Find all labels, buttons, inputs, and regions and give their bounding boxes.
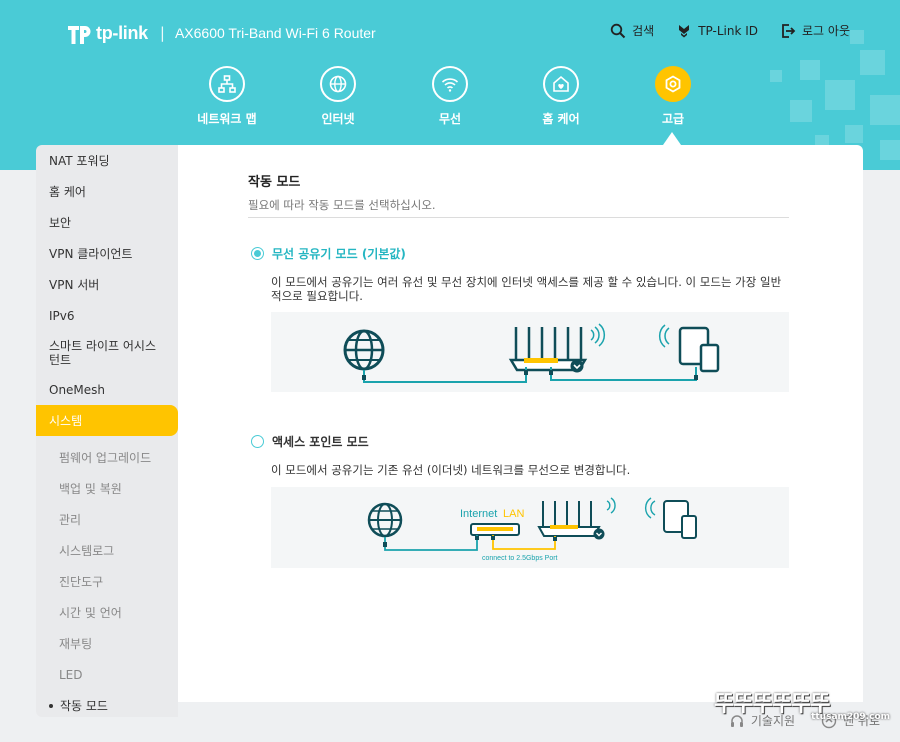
- router-device-icon: [508, 323, 606, 373]
- sidebar-subitem-firmware[interactable]: 펌웨어 업그레이드: [36, 442, 178, 473]
- access-point-mode-label: 액세스 포인트 모드: [272, 435, 369, 449]
- sidebar-subitem-diagnostics[interactable]: 진단도구: [36, 566, 178, 597]
- sidebar: NAT 포워딩 홈 케어 보안 VPN 클라이언트 VPN 서버 IPv6 스마…: [36, 145, 178, 717]
- wifi-icon: [441, 78, 459, 92]
- sidebar-item-security[interactable]: 보안: [36, 207, 178, 238]
- internet-globe-icon: [343, 329, 385, 371]
- globe-icon: [329, 75, 347, 93]
- brand-separator: |: [159, 24, 165, 42]
- page-description: 필요에 따라 작동 모드를 선택하십시오.: [248, 198, 436, 212]
- access-point-mode-diagram: Internet LAN connect to 2.5Gbps Port: [271, 487, 789, 568]
- router-mode-description: 이 모드에서 공유기는 여러 유선 및 무선 장치에 인터넷 액세스를 제공 할…: [271, 275, 782, 303]
- sidebar-item-vpn-client[interactable]: VPN 클라이언트: [36, 238, 178, 269]
- sidebar-item-vpn-server[interactable]: VPN 서버: [36, 269, 178, 300]
- internet-label: Internet: [460, 508, 497, 520]
- sidebar-item-onemesh[interactable]: OneMesh: [36, 374, 178, 405]
- access-point-mode-option[interactable]: 액세스 포인트 모드: [251, 433, 369, 450]
- tplink-id-icon: [679, 24, 690, 37]
- logout-link[interactable]: 로그 아웃: [780, 22, 850, 39]
- tplink-id-link[interactable]: TP-Link ID: [676, 22, 758, 39]
- sidebar-item-smart-life[interactable]: 스마트 라이프 어시스턴트: [36, 331, 178, 374]
- modem-icon: [470, 523, 520, 536]
- nav-internet[interactable]: 인터넷: [288, 66, 388, 127]
- sidebar-subitem-led[interactable]: LED: [36, 659, 178, 690]
- nav-label-network-map: 네트워크 맵: [197, 112, 257, 126]
- sidebar-subitem-backup[interactable]: 백업 및 복원: [36, 473, 178, 504]
- sidebar-subitem-reboot[interactable]: 재부팅: [36, 628, 178, 659]
- logout-label: 로그 아웃: [802, 24, 850, 38]
- sidebar-item-ipv6[interactable]: IPv6: [36, 300, 178, 331]
- lan-label: LAN: [503, 508, 524, 520]
- search-link[interactable]: 검색: [610, 22, 654, 39]
- wireless-devices-icon: [658, 324, 720, 373]
- watermark-url: ttusam209.com: [811, 712, 890, 722]
- current-indicator: [49, 703, 53, 708]
- main-panel: 작동 모드 필요에 따라 작동 모드를 선택하십시오. 무선 공유기 모드 (기…: [178, 145, 863, 702]
- main-nav: 네트워크 맵 인터넷 무선 홈 케어 고급: [0, 66, 900, 136]
- sidebar-item-home-care[interactable]: 홈 케어: [36, 176, 178, 207]
- router-model: AX6600 Tri-Band Wi-Fi 6 Router: [174, 25, 376, 41]
- home-care-icon: [553, 75, 569, 92]
- wireless-devices-icon: [645, 497, 697, 539]
- sidebar-subitem-system-log[interactable]: 시스템로그: [36, 535, 178, 566]
- page-title: 작동 모드: [248, 175, 301, 190]
- router-mode-option[interactable]: 무선 공유기 모드 (기본값): [251, 245, 406, 262]
- router-device-icon: [537, 497, 616, 540]
- sidebar-subitem-operation-mode-label: 작동 모드: [60, 699, 108, 713]
- nav-label-home-care: 홈 케어: [542, 112, 580, 126]
- sidebar-subitem-operation-mode[interactable]: 작동 모드: [36, 690, 178, 717]
- router-mode-radio[interactable]: [251, 247, 264, 260]
- top-links: 검색 TP-Link ID 로그 아웃: [610, 22, 850, 39]
- access-point-mode-radio[interactable]: [251, 435, 264, 448]
- tplink-logo-icon: [68, 26, 91, 44]
- nav-active-pointer: [663, 132, 681, 145]
- nav-home-care[interactable]: 홈 케어: [511, 66, 611, 127]
- search-icon: [610, 23, 626, 38]
- nav-advanced[interactable]: 고급: [623, 66, 723, 127]
- router-mode-diagram: [271, 312, 789, 392]
- sidebar-subitem-time-language[interactable]: 시간 및 언어: [36, 597, 178, 628]
- sidebar-item-system[interactable]: 시스템: [36, 405, 178, 436]
- nav-label-internet: 인터넷: [321, 112, 355, 126]
- router-mode-label: 무선 공유기 모드 (기본값): [272, 247, 406, 261]
- access-point-mode-illustration: Internet LAN connect to 2.5Gbps Port: [367, 497, 697, 562]
- nav-label-wireless: 무선: [438, 112, 462, 126]
- title-divider: [248, 217, 789, 218]
- gear-icon: [665, 75, 681, 93]
- internet-globe-icon: [367, 502, 403, 538]
- nav-wireless[interactable]: 무선: [400, 66, 500, 127]
- router-mode-illustration: [343, 323, 720, 383]
- logout-icon: [782, 23, 796, 38]
- search-link-label: 검색: [632, 24, 655, 38]
- brand-name: tp-link: [96, 22, 148, 43]
- watermark: 뚜뚜뚜뚜뚜뚜 ttusam209.com: [714, 686, 892, 728]
- sidebar-subitem-admin[interactable]: 관리: [36, 504, 178, 535]
- sidebar-item-nat-forwarding[interactable]: NAT 포워딩: [36, 145, 178, 176]
- network-map-icon: [218, 75, 236, 93]
- access-point-mode-description: 이 모드에서 공유기는 기존 유선 (이더넷) 네트워크를 무선으로 변경합니다…: [271, 463, 631, 477]
- brand-logo[interactable]: tp-link | AX6600 Tri-Band Wi-Fi 6 Router: [66, 19, 376, 47]
- diagram-caption: connect to 2.5Gbps Port: [482, 555, 558, 562]
- tplink-id-label: TP-Link ID: [698, 23, 759, 38]
- nav-label-advanced: 고급: [661, 112, 685, 126]
- nav-network-map[interactable]: 네트워크 맵: [177, 66, 277, 127]
